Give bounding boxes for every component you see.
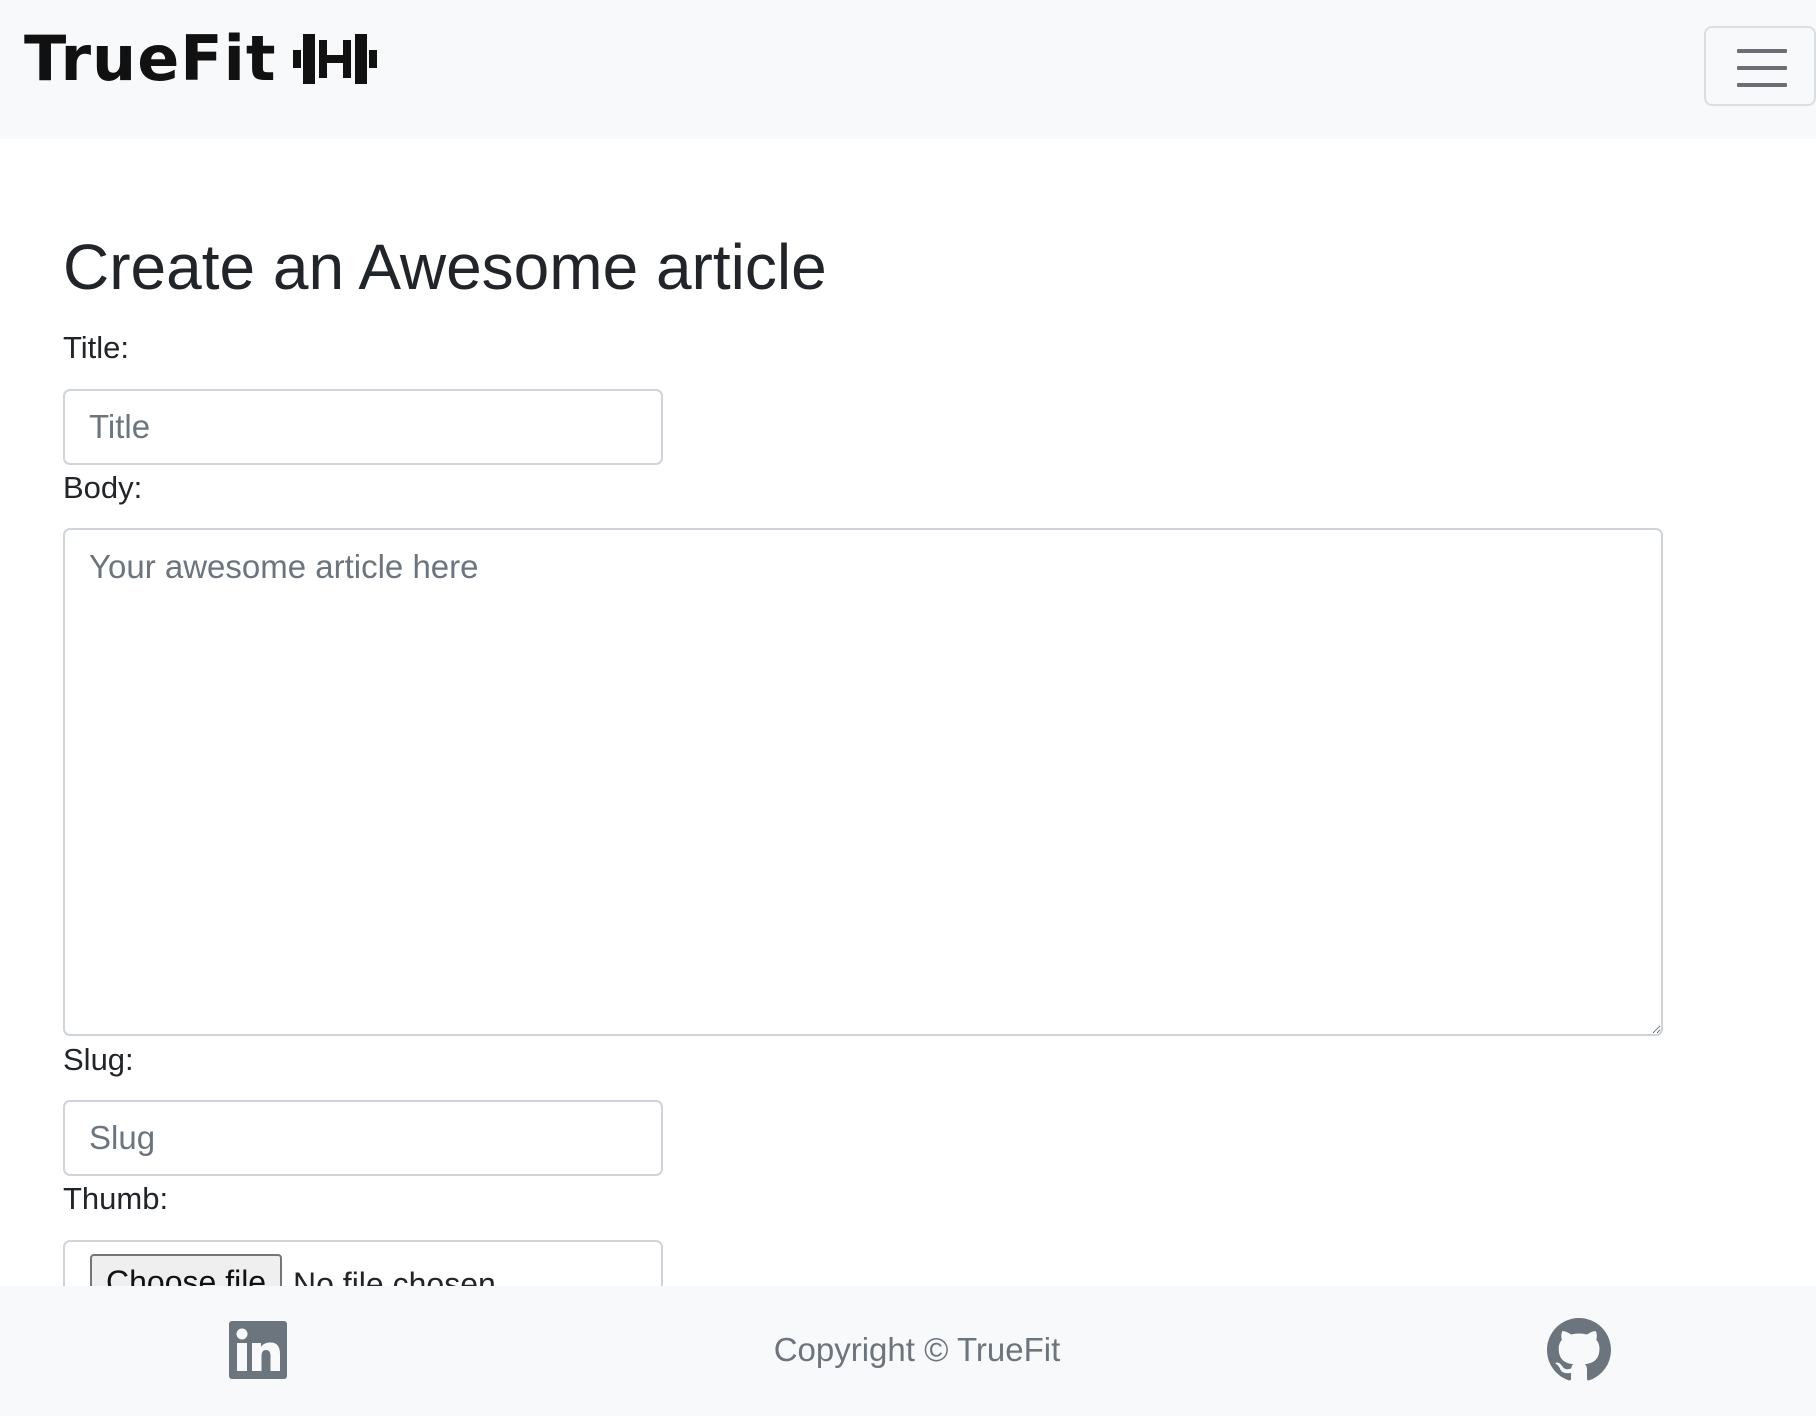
slug-label: Slug: bbox=[63, 1042, 134, 1077]
title-label: Title: bbox=[63, 330, 130, 365]
hamburger-menu-icon bbox=[1737, 49, 1787, 87]
navbar: TrueFit bbox=[0, 0, 1816, 139]
file-status: No file chosen bbox=[293, 1266, 496, 1286]
footer: Copyright © TrueFit bbox=[0, 1286, 1816, 1416]
thumb-label: Thumb: bbox=[63, 1181, 169, 1216]
github-link[interactable] bbox=[1547, 1318, 1611, 1382]
page-title: Create an Awesome article bbox=[63, 231, 827, 303]
choose-file-button[interactable]: Choose file bbox=[90, 1254, 283, 1286]
body-textarea[interactable] bbox=[63, 528, 1663, 1036]
navbar-toggle-button[interactable] bbox=[1704, 26, 1816, 106]
thumb-file-input[interactable]: Choose file No file chosen bbox=[63, 1240, 663, 1286]
body-label: Body: bbox=[63, 470, 143, 505]
slug-input[interactable] bbox=[63, 1100, 663, 1176]
copyright-text: Copyright © TrueFit bbox=[773, 1331, 1061, 1368]
title-input[interactable] bbox=[63, 389, 663, 465]
dumbbell-icon bbox=[292, 34, 377, 84]
brand-name: TrueFit bbox=[24, 22, 277, 95]
main-content: Create an Awesome article Title: Body: S… bbox=[0, 139, 1816, 1286]
brand-link[interactable]: TrueFit bbox=[24, 22, 377, 96]
github-icon bbox=[1547, 1318, 1611, 1381]
